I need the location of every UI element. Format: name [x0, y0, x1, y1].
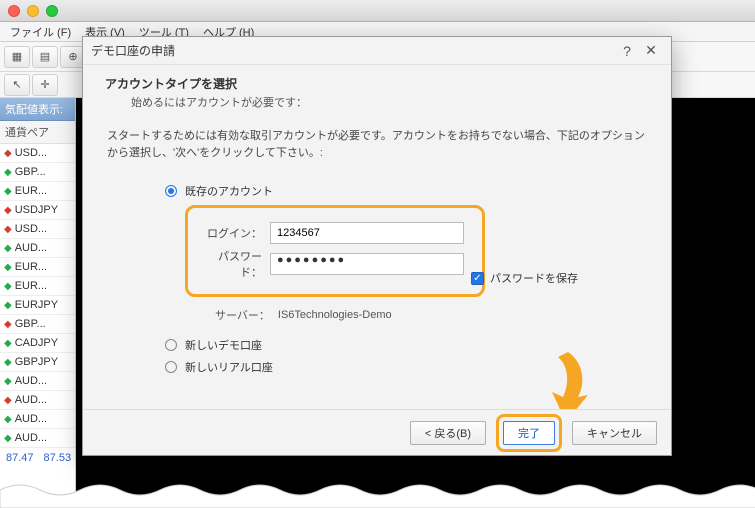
save-password-checkbox[interactable]: ✓ パスワードを保存 — [471, 270, 578, 286]
price-row: 87.47 87.53 — [0, 448, 75, 468]
login-label: ログイン： — [198, 225, 262, 241]
tool-crosshair[interactable]: ✛ — [32, 74, 58, 96]
finish-button-highlight: 完了 — [496, 414, 562, 452]
password-input[interactable]: ●●●●●●●● — [270, 253, 464, 275]
demo-account-dialog: デモ口座の申請 ? ✕ アカウントタイプを選択 始めるにはアカウントが必要です：… — [82, 36, 672, 456]
finish-button[interactable]: 完了 — [503, 421, 555, 445]
maximize-window-button[interactable] — [46, 5, 58, 17]
password-label: パスワード： — [198, 248, 262, 280]
radio-label: 既存のアカウント — [185, 183, 273, 199]
arrow-up-icon: ◆ — [4, 262, 12, 273]
symbol-label: EURJPY — [15, 299, 58, 311]
dialog-close-button[interactable]: ✕ — [639, 42, 663, 59]
credentials-highlight: ログイン： パスワード： ●●●●●●●● — [185, 205, 485, 297]
symbol-label: EUR... — [15, 185, 47, 197]
symbol-label: USD... — [15, 147, 47, 159]
symbol-row[interactable]: ◆AUD... — [0, 410, 75, 429]
symbol-label: AUD... — [15, 432, 47, 444]
symbol-row[interactable]: ◆EUR... — [0, 277, 75, 296]
radio-icon — [165, 339, 177, 351]
symbol-label: USDJPY — [15, 204, 58, 216]
close-window-button[interactable] — [8, 5, 20, 17]
window-titlebar — [0, 0, 755, 22]
market-watch-column: 通貨ペア — [0, 121, 75, 144]
symbol-row[interactable]: ◆USDJPY — [0, 201, 75, 220]
symbol-row[interactable]: ◆GBP... — [0, 315, 75, 334]
price-bid: 87.47 — [6, 452, 34, 464]
market-watch-header: 気配値表示: — [0, 98, 75, 121]
price-ask: 87.53 — [44, 452, 72, 464]
symbol-label: AUD... — [15, 394, 47, 406]
server-value: IS6Technologies-Demo — [278, 309, 392, 321]
arrow-up-icon: ◆ — [4, 300, 12, 311]
dialog-footer: < 戻る(B) 完了 キャンセル — [83, 409, 671, 455]
toolbar-btn-1[interactable]: ▦ — [4, 46, 30, 68]
symbol-label: GBP... — [15, 166, 46, 178]
arrow-down-icon: ◆ — [4, 224, 12, 235]
symbol-row[interactable]: ◆CADJPY — [0, 334, 75, 353]
save-password-label: パスワードを保存 — [490, 270, 578, 286]
login-input[interactable] — [270, 222, 464, 244]
arrow-down-icon: ◆ — [4, 148, 12, 159]
arrow-up-icon: ◆ — [4, 338, 12, 349]
symbol-row[interactable]: ◆AUD... — [0, 391, 75, 410]
server-label: サーバー： — [215, 307, 270, 323]
market-watch-panel: 気配値表示: 通貨ペア ◆USD...◆GBP...◆EUR...◆USDJPY… — [0, 98, 76, 508]
symbol-row[interactable]: ◆EURJPY — [0, 296, 75, 315]
dialog-heading: アカウントタイプを選択 — [105, 75, 649, 92]
symbol-label: USD... — [15, 223, 47, 235]
toolbar-btn-2[interactable]: ▤ — [32, 46, 58, 68]
cancel-button[interactable]: キャンセル — [572, 421, 657, 445]
menu-file[interactable]: ファイル (F) — [4, 22, 77, 42]
dialog-titlebar: デモ口座の申請 ? ✕ — [83, 37, 671, 65]
arrow-up-icon: ◆ — [4, 376, 12, 387]
arrow-up-icon: ◆ — [4, 357, 12, 368]
arrow-down-icon: ◆ — [4, 205, 12, 216]
radio-existing-account[interactable]: 既存のアカウント — [165, 183, 649, 199]
minimize-window-button[interactable] — [27, 5, 39, 17]
dialog-description: スタートするためには有効な取引アカウントが必要です。アカウントをお持ちでない場合… — [107, 128, 647, 161]
symbol-label: EUR... — [15, 280, 47, 292]
symbol-label: AUD... — [15, 375, 47, 387]
checkbox-icon: ✓ — [471, 272, 484, 285]
symbol-label: AUD... — [15, 413, 47, 425]
symbol-row[interactable]: ◆USD... — [0, 144, 75, 163]
radio-icon — [165, 185, 177, 197]
arrow-up-icon: ◆ — [4, 243, 12, 254]
symbol-row[interactable]: ◆USD... — [0, 220, 75, 239]
symbol-row[interactable]: ◆GBPJPY — [0, 353, 75, 372]
arrow-down-icon: ◆ — [4, 319, 12, 330]
dialog-title: デモ口座の申請 — [91, 42, 175, 59]
radio-label: 新しいデモ口座 — [185, 337, 262, 353]
dialog-help-button[interactable]: ? — [615, 43, 639, 59]
symbol-label: EUR... — [15, 261, 47, 273]
symbol-row[interactable]: ◆AUD... — [0, 239, 75, 258]
symbol-label: AUD... — [15, 242, 47, 254]
arrow-up-icon: ◆ — [4, 281, 12, 292]
arrow-down-icon: ◆ — [4, 395, 12, 406]
symbol-label: GBPJPY — [15, 356, 58, 368]
radio-icon — [165, 361, 177, 373]
radio-label: 新しいリアル口座 — [185, 359, 273, 375]
symbol-row[interactable]: ◆AUD... — [0, 372, 75, 391]
symbol-label: CADJPY — [15, 337, 58, 349]
symbol-row[interactable]: ◆EUR... — [0, 182, 75, 201]
arrow-up-icon: ◆ — [4, 167, 12, 178]
wavy-crop-decoration — [0, 478, 755, 508]
symbol-row[interactable]: ◆GBP... — [0, 163, 75, 182]
tool-cursor[interactable]: ↖ — [4, 74, 30, 96]
symbol-label: GBP... — [15, 318, 46, 330]
arrow-up-icon: ◆ — [4, 433, 12, 444]
arrow-up-icon: ◆ — [4, 414, 12, 425]
back-button[interactable]: < 戻る(B) — [410, 421, 486, 445]
dialog-subheading: 始めるにはアカウントが必要です： — [131, 94, 649, 110]
symbol-row[interactable]: ◆EUR... — [0, 258, 75, 277]
symbol-row[interactable]: ◆AUD... — [0, 429, 75, 448]
arrow-up-icon: ◆ — [4, 186, 12, 197]
